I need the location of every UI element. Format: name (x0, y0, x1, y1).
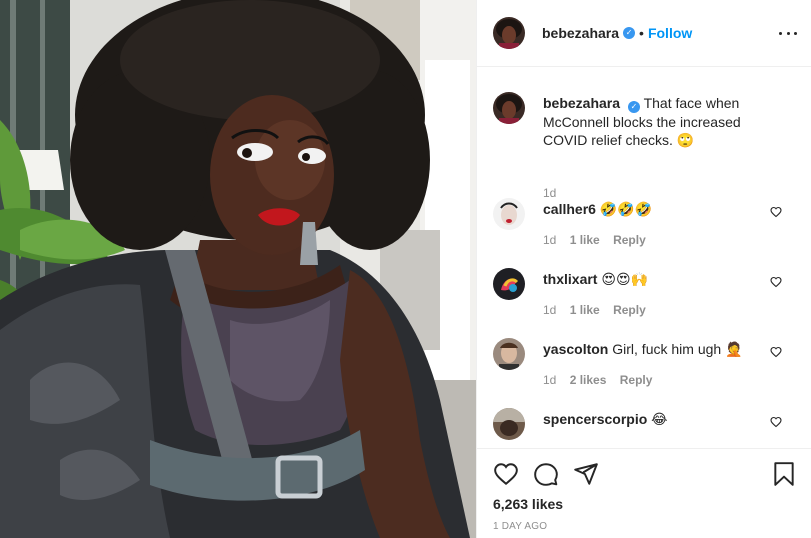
comment-like-heart-icon[interactable] (770, 206, 782, 218)
comment-likes[interactable]: 2 likes (570, 373, 607, 387)
caption-avatar[interactable] (493, 92, 525, 124)
comment-emoji: 😍😍🙌 (601, 272, 648, 288)
reply-button[interactable]: Reply (620, 373, 653, 387)
comment-emoji: 😂 (651, 412, 668, 428)
comment-like-heart-icon[interactable] (770, 276, 782, 288)
comment-likes[interactable]: 1 like (570, 303, 600, 317)
comment-item: yascolton Girl, fuck him ugh 🤦 1d 2 like… (493, 338, 793, 388)
reply-button[interactable]: Reply (613, 303, 646, 317)
commenter-avatar[interactable] (493, 268, 525, 300)
comment-time[interactable]: 1d (543, 373, 556, 387)
comment-meta: 1d 2 likes Reply (543, 373, 662, 387)
bookmark-icon[interactable] (771, 461, 797, 487)
comment-emoji: 🤣🤣🤣 (599, 202, 653, 218)
caption-emoji: 🙄 (676, 133, 695, 149)
follow-button[interactable]: Follow (648, 25, 692, 41)
reply-button[interactable]: Reply (613, 233, 646, 247)
more-options-icon[interactable] (779, 26, 797, 40)
comment-time[interactable]: 1d (543, 233, 556, 247)
comment-emoji: 🤦 (725, 342, 743, 358)
comment-body: Girl, fuck him ugh (612, 341, 722, 357)
comment-text: thxlixart 😍😍🙌 (543, 271, 648, 288)
author-avatar[interactable] (493, 17, 525, 49)
comment-username[interactable]: callher6 (543, 201, 596, 217)
post-image (0, 0, 476, 538)
comment-like-heart-icon[interactable] (770, 346, 782, 358)
comment-likes[interactable]: 1 like (570, 233, 600, 247)
comments-list[interactable]: bebezahara ✓ That face when McConnell bl… (477, 68, 811, 448)
comment-icon[interactable] (533, 461, 559, 487)
comment-meta: 1d 1 like Reply (543, 233, 656, 247)
commenter-avatar[interactable] (493, 338, 525, 370)
comment-meta: 1d 1 like Reply (543, 303, 656, 317)
verified-icon: ✓ (627, 101, 640, 113)
action-bar: 6,263 likes 1 DAY AGO (477, 448, 811, 538)
comment-item: callher6 🤣🤣🤣 1d 1 like Reply (493, 198, 793, 248)
commenter-avatar[interactable] (493, 408, 525, 440)
comment-username[interactable]: thxlixart (543, 271, 597, 287)
comment-username[interactable]: spencerscorpio (543, 411, 647, 427)
share-icon[interactable] (573, 461, 599, 487)
comment-username[interactable]: yascolton (543, 341, 608, 357)
likes-count[interactable]: 6,263 likes (493, 496, 563, 512)
caption-text: bebezahara ✓ That face when McConnell bl… (543, 94, 783, 150)
comment-text: yascolton Girl, fuck him ugh 🤦 (543, 341, 743, 358)
post-timestamp[interactable]: 1 DAY AGO (493, 521, 547, 532)
post-photo[interactable] (0, 0, 476, 538)
post-header: bebezahara ✓ • Follow (477, 0, 811, 67)
post-side-panel: bebezahara ✓ • Follow bebezahara ✓ That … (476, 0, 811, 538)
comment-time[interactable]: 1d (543, 303, 556, 317)
caption-username[interactable]: bebezahara (543, 95, 620, 111)
verified-icon: ✓ (623, 27, 636, 39)
heart-icon[interactable] (493, 461, 519, 487)
separator-dot: • (639, 25, 644, 41)
comment-like-heart-icon[interactable] (770, 416, 782, 428)
instagram-post: bebezahara ✓ • Follow bebezahara ✓ That … (0, 0, 811, 538)
comment-item: spencerscorpio 😂 (493, 408, 793, 448)
commenter-avatar[interactable] (493, 198, 525, 230)
comment-text: spencerscorpio 😂 (543, 411, 668, 428)
comment-item: thxlixart 😍😍🙌 1d 1 like Reply (493, 268, 793, 318)
author-username[interactable]: bebezahara (542, 25, 619, 41)
comment-text: callher6 🤣🤣🤣 (543, 201, 652, 218)
